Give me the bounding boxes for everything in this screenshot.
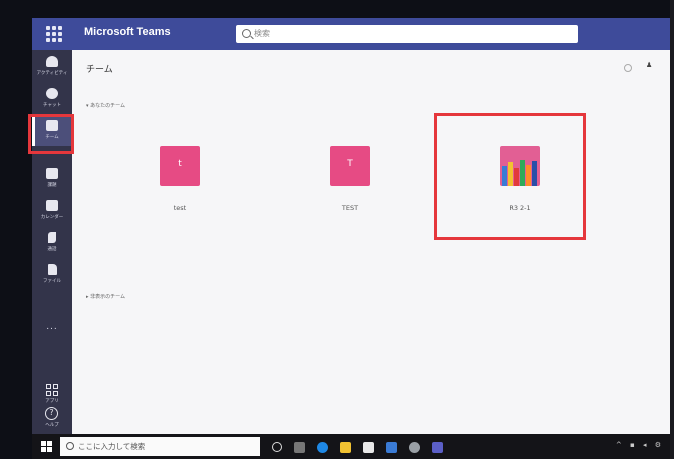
- rail-item-help[interactable]: ? ヘルプ: [32, 402, 72, 434]
- bell-icon: [46, 56, 58, 67]
- section-label: 非表示のチーム: [90, 294, 125, 300]
- search-icon: [66, 442, 74, 450]
- taskbar-search-placeholder: ここに入力して検索: [78, 442, 146, 451]
- rail-label: ファイル: [43, 279, 61, 284]
- assignments-icon: [46, 168, 58, 179]
- search-placeholder: 検索: [254, 29, 270, 38]
- photo-frame-left: [0, 0, 32, 459]
- mail-icon[interactable]: [386, 441, 397, 453]
- section-label: あなたのチーム: [90, 103, 125, 109]
- rail-item-calendar[interactable]: カレンダー: [32, 194, 72, 226]
- rail-label: カレンダー: [40, 215, 64, 220]
- app-launcher-icon[interactable]: [46, 26, 62, 42]
- team-name: test: [173, 204, 187, 212]
- search-icon: [242, 29, 251, 38]
- widgets-icon[interactable]: [294, 441, 305, 453]
- more-apps-button[interactable]: ...: [32, 322, 72, 332]
- file-icon: [48, 264, 57, 275]
- taskbar-apps: [272, 440, 443, 454]
- rail-label: 課題: [47, 183, 57, 188]
- team-initial: T: [347, 159, 353, 169]
- calendar-icon: [46, 200, 58, 211]
- apps-icon: [46, 384, 58, 396]
- rail-label: アクティビティ: [36, 71, 68, 76]
- rail-item-files[interactable]: ファイル: [32, 258, 72, 290]
- help-icon: ?: [45, 407, 58, 420]
- edge-icon[interactable]: [317, 441, 328, 453]
- rail-label: チャット: [43, 103, 61, 108]
- team-initial: t: [178, 159, 182, 169]
- team-name: TEST: [341, 204, 359, 212]
- taskbar-search-input[interactable]: ここに入力して検索: [60, 437, 260, 456]
- photo-frame-top: [0, 0, 674, 18]
- main-content: チーム ♟ ▾ あなたのチーム t test T TEST R3 2-1 ▸ 非…: [72, 50, 670, 434]
- rail-item-calls[interactable]: 通話: [32, 226, 72, 258]
- section-your-teams[interactable]: ▾ あなたのチーム: [86, 102, 125, 109]
- search-input[interactable]: 検索: [236, 25, 578, 43]
- team-tile-test[interactable]: t test: [120, 146, 240, 226]
- system-tray-icons[interactable]: ^ ▪ ◂ ⚙: [616, 441, 664, 449]
- settings-icon[interactable]: [409, 441, 420, 453]
- title-bar: Microsoft Teams 検索: [32, 18, 670, 50]
- highlight-team-tile: [434, 113, 586, 240]
- task-view-icon[interactable]: [272, 442, 282, 452]
- page-title: チーム: [86, 65, 113, 75]
- phone-icon: [48, 232, 56, 243]
- settings-icon[interactable]: [624, 64, 632, 72]
- join-team-icon[interactable]: ♟: [646, 61, 652, 69]
- rail-item-assignments[interactable]: 課題: [32, 162, 72, 194]
- left-rail: アクティビティ チャット チーム 課題 カレンダー 通話 ファイル ... アプ…: [32, 50, 72, 434]
- rail-item-activity[interactable]: アクティビティ: [32, 50, 72, 82]
- screen: Microsoft Teams 検索 アクティビティ チャット チーム 課題 カ…: [28, 18, 670, 459]
- photo-frame-right: [670, 0, 674, 459]
- chat-icon: [46, 88, 58, 99]
- store-icon[interactable]: [363, 441, 374, 453]
- windows-start-icon[interactable]: [41, 441, 52, 452]
- highlight-teams-nav: [28, 114, 74, 154]
- rail-label: 通話: [47, 247, 57, 252]
- app-title: Microsoft Teams: [84, 26, 171, 38]
- rail-item-chat[interactable]: チャット: [32, 82, 72, 114]
- rail-label: ヘルプ: [45, 423, 59, 428]
- windows-taskbar: ここに入力して検索 ^ ▪ ◂ ⚙: [32, 434, 670, 459]
- team-avatar: t: [160, 146, 200, 186]
- team-avatar: T: [330, 146, 370, 186]
- teams-app-icon[interactable]: [432, 441, 443, 453]
- explorer-icon[interactable]: [340, 441, 351, 453]
- team-tile-TEST[interactable]: T TEST: [290, 146, 410, 226]
- section-hidden-teams[interactable]: ▸ 非表示のチーム: [86, 293, 125, 300]
